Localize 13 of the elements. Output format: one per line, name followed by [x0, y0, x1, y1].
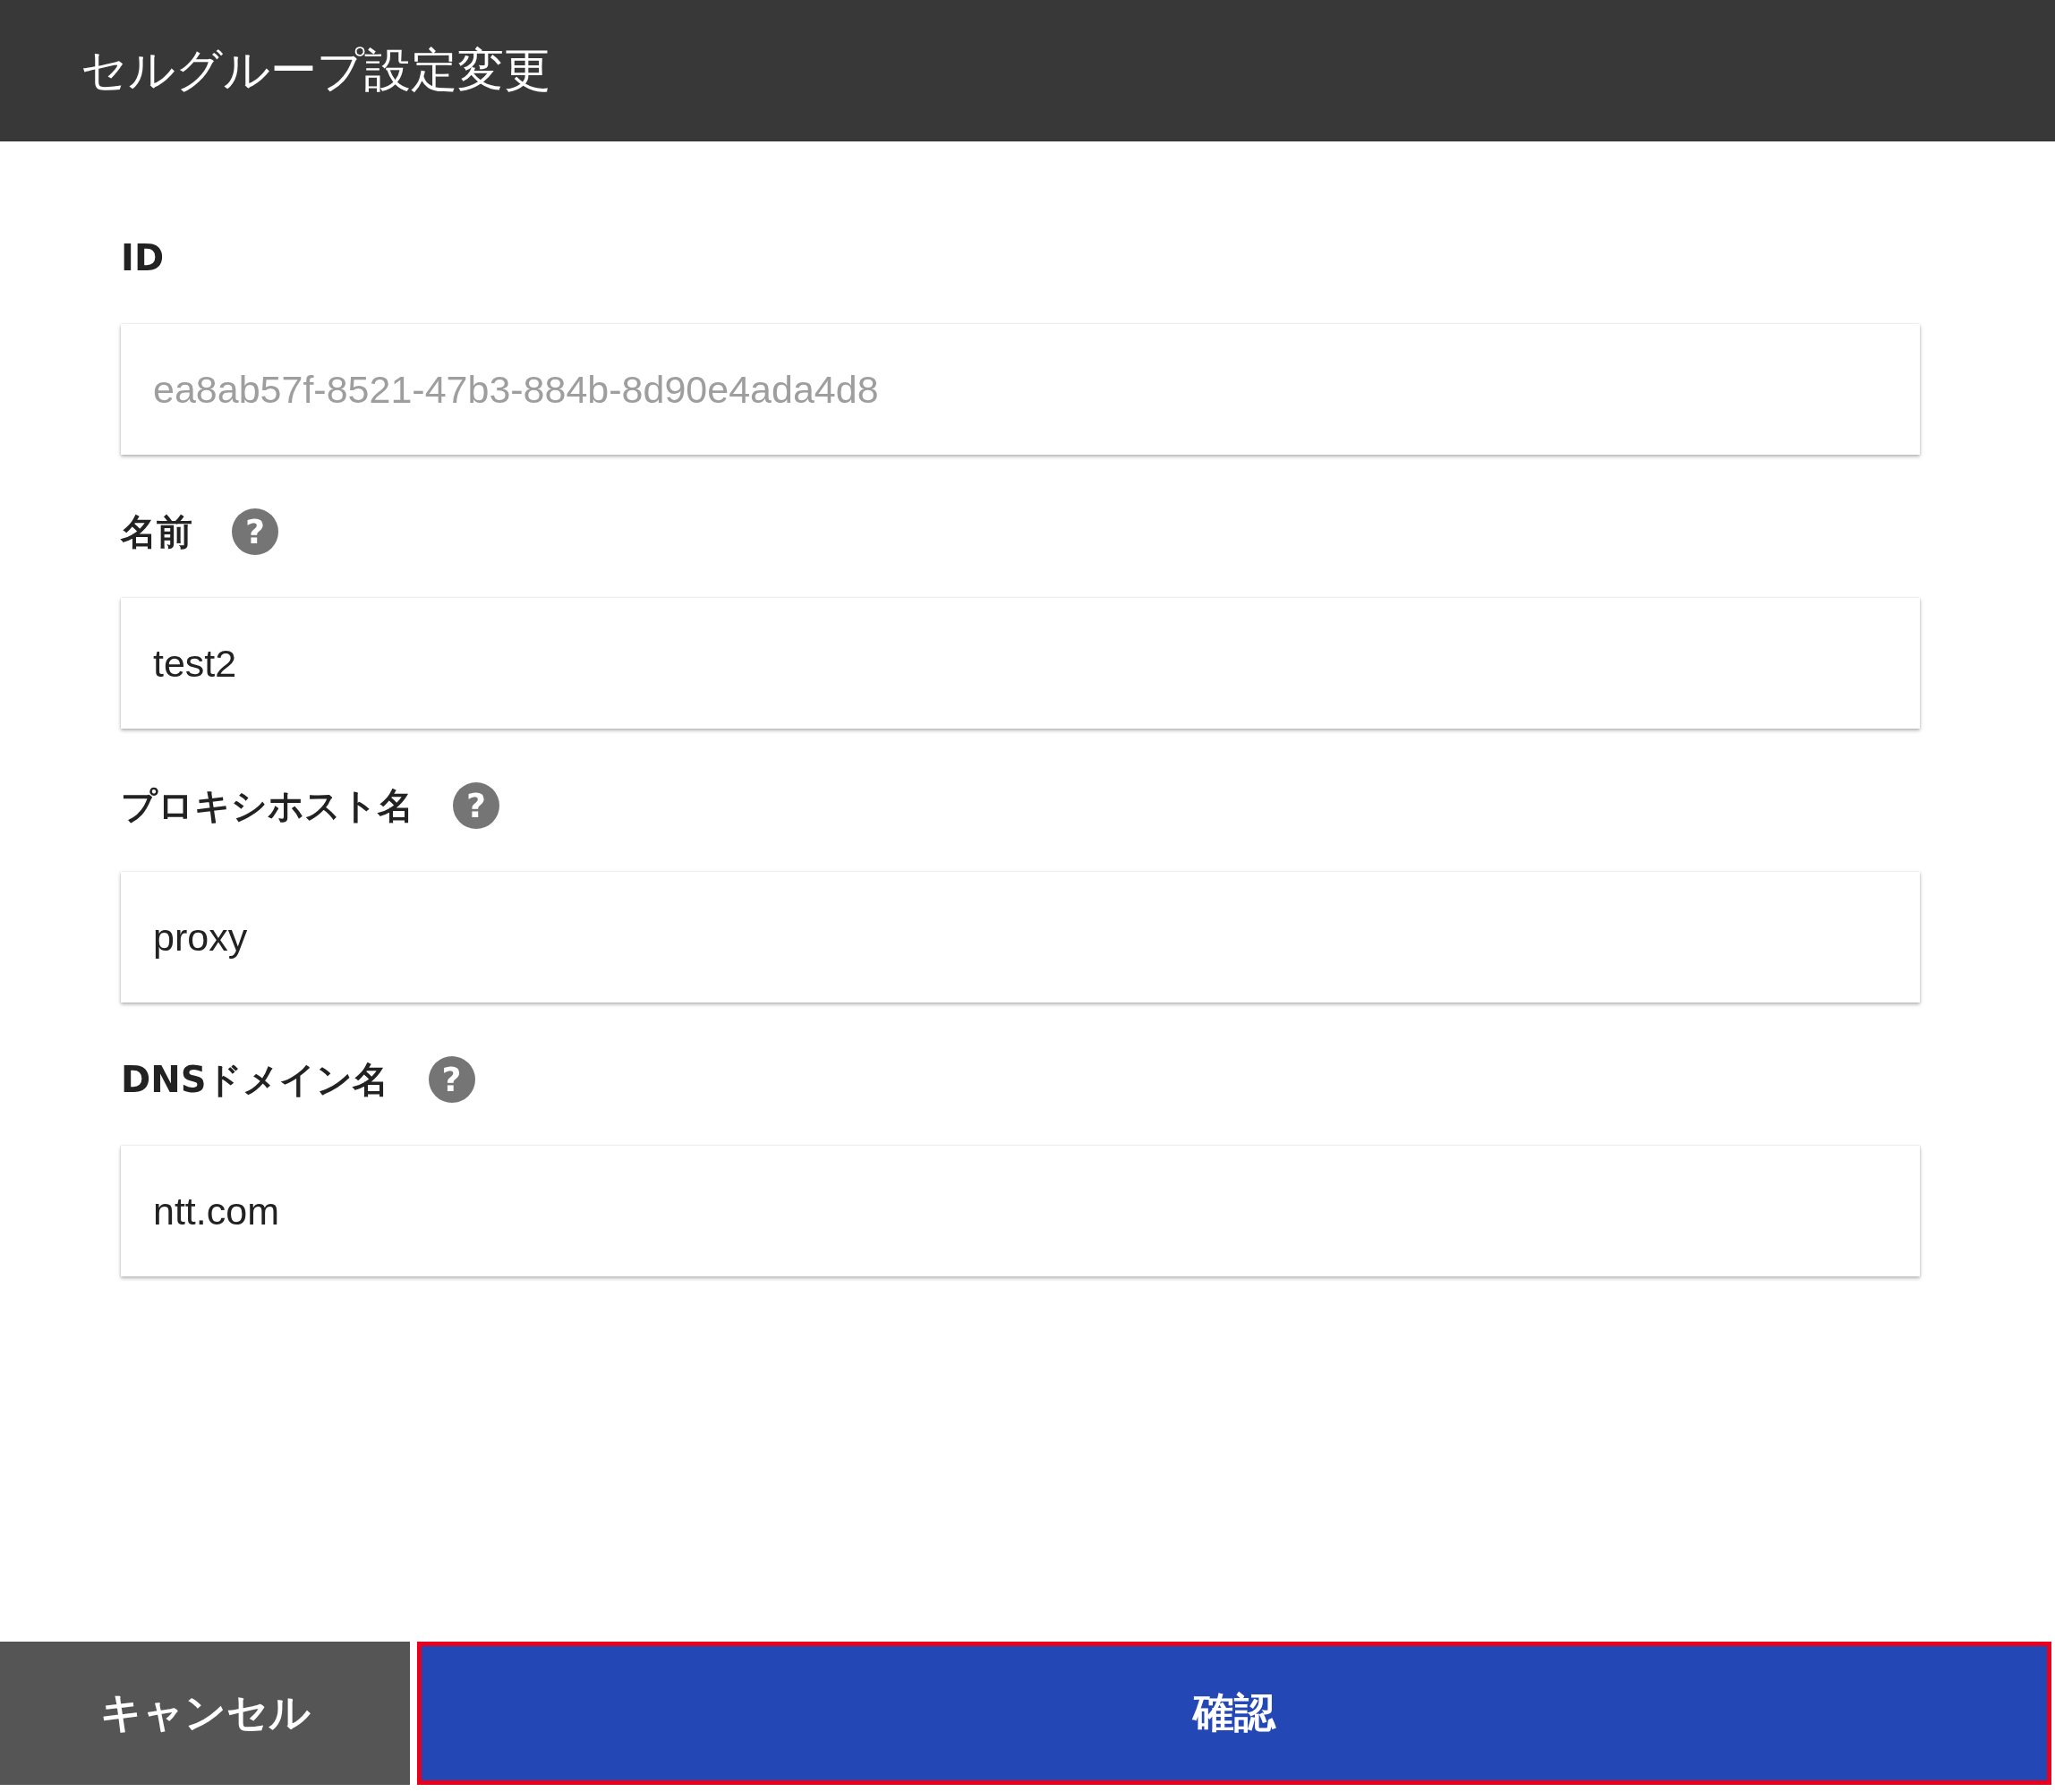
help-icon[interactable]: ? — [428, 1056, 475, 1103]
input-field[interactable]: ntt.com — [121, 1146, 1920, 1276]
field-label: プロキシホスト名 — [121, 783, 414, 828]
field-label: DNSドメイン名 — [121, 1057, 389, 1102]
confirm-button[interactable]: 確認 — [417, 1642, 2051, 1785]
input-field[interactable]: test2 — [121, 598, 1920, 729]
window-title: セルグループ設定変更 — [81, 42, 550, 98]
cancel-button[interactable]: キャンセル — [0, 1642, 410, 1785]
help-icon[interactable]: ? — [232, 508, 278, 555]
field-label: 名前 — [121, 509, 192, 554]
input-field[interactable]: proxy — [121, 872, 1920, 1003]
field-label: ID — [121, 237, 165, 278]
help-icon[interactable]: ? — [453, 782, 499, 829]
